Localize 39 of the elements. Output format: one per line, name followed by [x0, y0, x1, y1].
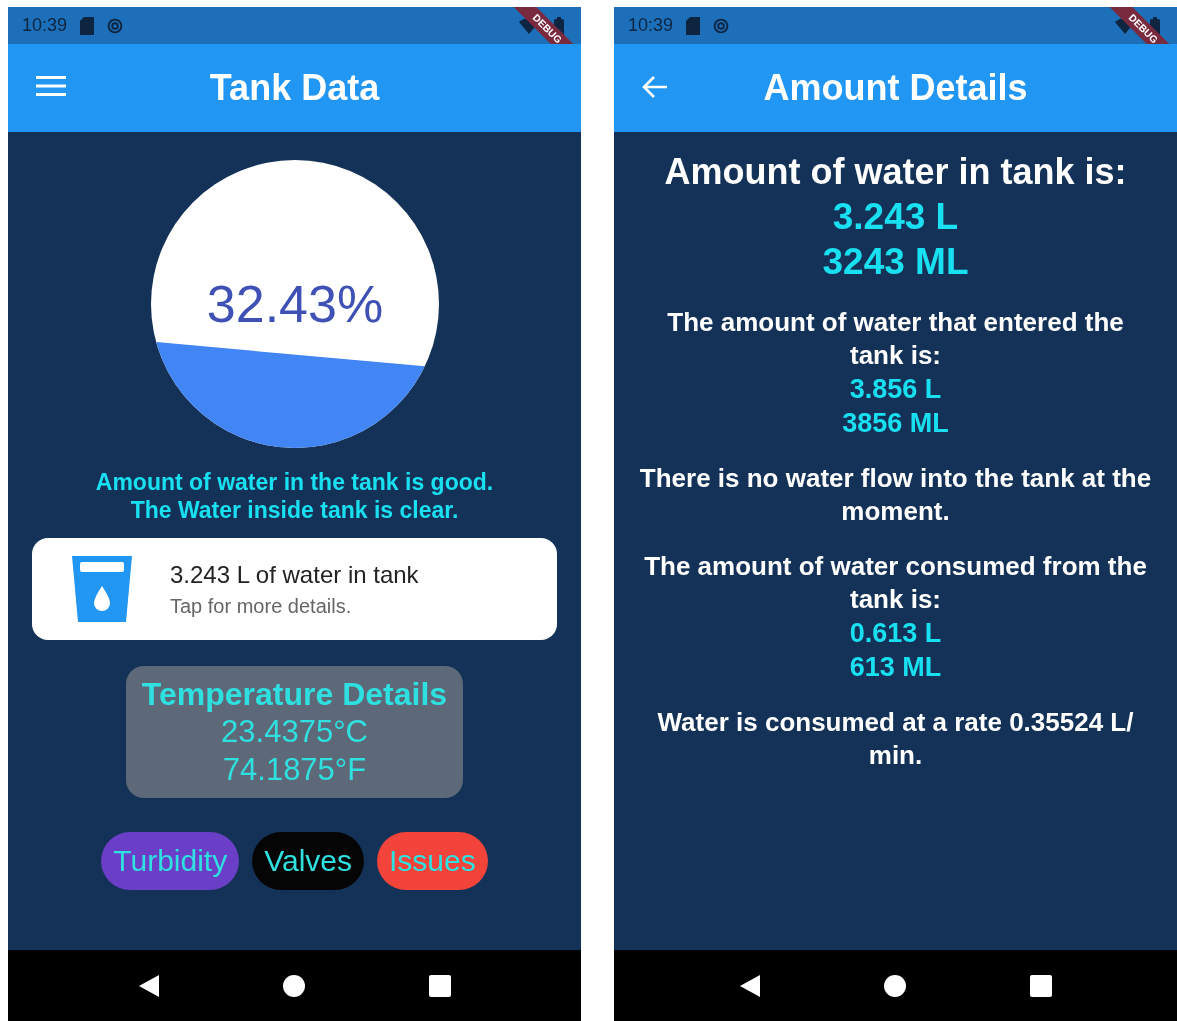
gauge-percentage: 32.43%: [206, 275, 383, 333]
tank-card[interactable]: 3.243 L of water in tank Tap for more details.: [32, 538, 557, 640]
status-message: The Water inside tank is clear.: [130, 496, 459, 524]
status-time: 10:39: [628, 15, 674, 36]
temperature-title: Temperature Details: [141, 675, 448, 713]
category-button[interactable]: Turbidity: [101, 832, 240, 890]
app-bar-title: Tank Data: [208, 67, 381, 109]
card-subtitle: Tap for more details.: [170, 594, 353, 618]
amount-value: 3856 ML: [842, 407, 949, 440]
sd-card-icon: [79, 16, 96, 35]
amount-value: 0.613 L: [849, 617, 942, 650]
amount-value: 613 ML: [849, 651, 942, 684]
card-title: 3.243 L of water in tank: [170, 560, 419, 589]
info-text: Water is consumed at a rate 0.35524 L/ min.: [656, 706, 1135, 772]
menu-button[interactable]: [36, 75, 66, 97]
info-text: There is no water flow into the tank at the moment.: [638, 462, 1153, 528]
category-button[interactable]: Valves: [252, 832, 364, 890]
menu-icon: [36, 75, 66, 97]
back-button[interactable]: [642, 75, 668, 99]
amount-value: 3243 ML: [822, 240, 969, 284]
status-time: 10:39: [22, 15, 68, 36]
amount-value: 3.243 L: [832, 195, 959, 239]
app-bar-title: Amount Details: [762, 67, 1029, 109]
temperature-celsius: 23.4375°C: [221, 712, 368, 751]
back-triangle-icon[interactable]: [739, 974, 760, 997]
back-triangle-icon[interactable]: [138, 974, 159, 997]
water-glass-icon: [72, 556, 132, 622]
home-circle-icon[interactable]: [883, 974, 906, 997]
recents-square-icon[interactable]: [1029, 974, 1052, 997]
status-message: Amount of water in the tank is good.: [95, 468, 494, 496]
sd-card-icon: [685, 16, 702, 35]
info-text: The amount of water consumed from the tank is:: [643, 550, 1148, 616]
back-arrow-icon: [642, 75, 668, 99]
temperature-fahrenheit: 74.1875°F: [222, 750, 367, 789]
recents-square-icon[interactable]: [428, 974, 451, 997]
home-circle-icon[interactable]: [282, 974, 305, 997]
amount-value: 3.856 L: [849, 373, 942, 406]
amount-heading: Amount of water in tank is:: [664, 150, 1127, 194]
info-text: The amount of water that entered the tank is:: [666, 306, 1125, 372]
